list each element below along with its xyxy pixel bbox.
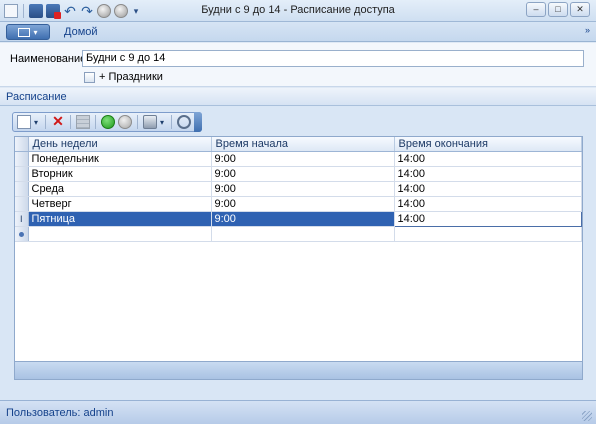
row-indicator[interactable] (15, 181, 29, 197)
row-indicator[interactable] (15, 166, 29, 182)
search-icon[interactable] (177, 115, 191, 129)
cell-end[interactable]: 14:00 (394, 181, 582, 197)
window-title: Будни с 9 до 14 - Расписание доступа (201, 4, 395, 16)
panel-icon (18, 27, 31, 37)
new-row-indicator[interactable] (15, 226, 29, 242)
chevron-down-icon: ▾ (33, 27, 38, 37)
new-dropdown-icon[interactable]: ▾ (34, 118, 40, 127)
status-user: Пользователь: admin (6, 407, 114, 419)
separator (137, 115, 138, 129)
cell-end[interactable] (394, 226, 582, 242)
form-area: Наименование: Будни с 9 до 14 + Праздник… (0, 43, 596, 87)
schedule-group-title: Расписание (6, 91, 67, 103)
grid-view-icon[interactable] (76, 115, 90, 129)
cell-end[interactable]: 14:00 (394, 166, 582, 182)
grid-header-row: День недели Время начала Время окончания (15, 137, 582, 152)
tab-home[interactable]: Домой (64, 26, 98, 38)
editing-row-indicator[interactable]: I (15, 211, 29, 227)
app-menu-button[interactable]: ▾ (6, 24, 50, 40)
cell-end[interactable]: 14:00 (394, 196, 582, 212)
title-bar: ↶ ↷ ▾ Будни с 9 до 14 - Расписание досту… (0, 0, 596, 22)
schedule-panel: ▾ ✕ ▾ День недели Время начала Время око… (0, 106, 596, 400)
resize-grip[interactable] (582, 411, 592, 421)
cell-start[interactable]: 9:00 (211, 151, 395, 167)
grid-toolbar: ▾ ✕ ▾ (12, 112, 202, 132)
schedule-group-header: Расписание (0, 88, 596, 106)
name-field[interactable]: Будни с 9 до 14 (82, 50, 584, 67)
cell-start[interactable]: 9:00 (211, 211, 395, 227)
cell-end-editor[interactable]: 14:00 (393, 210, 582, 227)
maximize-button[interactable]: □ (548, 2, 568, 17)
cell-day[interactable]: Понедельник (28, 151, 212, 167)
separator (45, 115, 46, 129)
cancel-icon[interactable] (118, 115, 132, 129)
cell-day[interactable]: Пятница (28, 211, 212, 227)
cell-day[interactable]: Четверг (28, 196, 212, 212)
cell-day[interactable]: Вторник (28, 166, 212, 182)
cell-start[interactable]: 9:00 (211, 166, 395, 182)
toolbar-overflow-button[interactable] (194, 112, 202, 132)
window-controls: ‒ □ ✕ (526, 2, 590, 17)
row-indicator[interactable] (15, 151, 29, 167)
table-row[interactable]: Понедельник 9:00 14:00 (15, 151, 582, 167)
print-dropdown-icon[interactable]: ▾ (160, 118, 166, 127)
table-row[interactable]: Четверг 9:00 14:00 (15, 196, 582, 212)
status-bar: Пользователь: admin (0, 400, 596, 424)
row-indicator[interactable] (15, 196, 29, 212)
schedule-grid[interactable]: День недели Время начала Время окончания… (14, 136, 583, 362)
column-header-start[interactable]: Время начала (211, 137, 395, 152)
cell-start[interactable]: 9:00 (211, 181, 395, 197)
cell-start[interactable] (211, 226, 395, 242)
separator (70, 115, 71, 129)
holidays-checkbox[interactable] (84, 71, 95, 83)
print-icon[interactable] (143, 115, 157, 129)
row-indicator-header (15, 137, 29, 152)
grid-footer (14, 362, 583, 380)
cell-start[interactable]: 9:00 (211, 196, 395, 212)
column-header-end[interactable]: Время окончания (394, 137, 582, 152)
cell-day[interactable]: Среда (28, 181, 212, 197)
cell-day[interactable] (28, 226, 212, 242)
table-row-selected[interactable]: I Пятница 9:00 14:00 (15, 210, 582, 227)
delete-icon[interactable]: ✕ (51, 114, 65, 129)
holidays-label: + Праздники (99, 71, 163, 83)
new-record-icon[interactable] (17, 115, 31, 129)
holidays-checkbox-row[interactable]: + Праздники (84, 71, 163, 83)
column-header-day[interactable]: День недели (28, 137, 212, 152)
ok-icon[interactable] (101, 115, 115, 129)
separator (95, 115, 96, 129)
name-label: Наименование: (10, 53, 90, 65)
cell-end[interactable]: 14:00 (394, 151, 582, 167)
separator (171, 115, 172, 129)
table-row[interactable]: Вторник 9:00 14:00 (15, 166, 582, 182)
close-button[interactable]: ✕ (570, 2, 590, 17)
table-row[interactable]: Среда 9:00 14:00 (15, 181, 582, 197)
new-row-icon (18, 231, 24, 237)
ribbon: ▾ Домой » (0, 22, 596, 42)
new-row[interactable] (15, 226, 582, 242)
minimize-button[interactable]: ‒ (526, 2, 546, 17)
ribbon-collapse-icon[interactable]: » (585, 25, 590, 35)
